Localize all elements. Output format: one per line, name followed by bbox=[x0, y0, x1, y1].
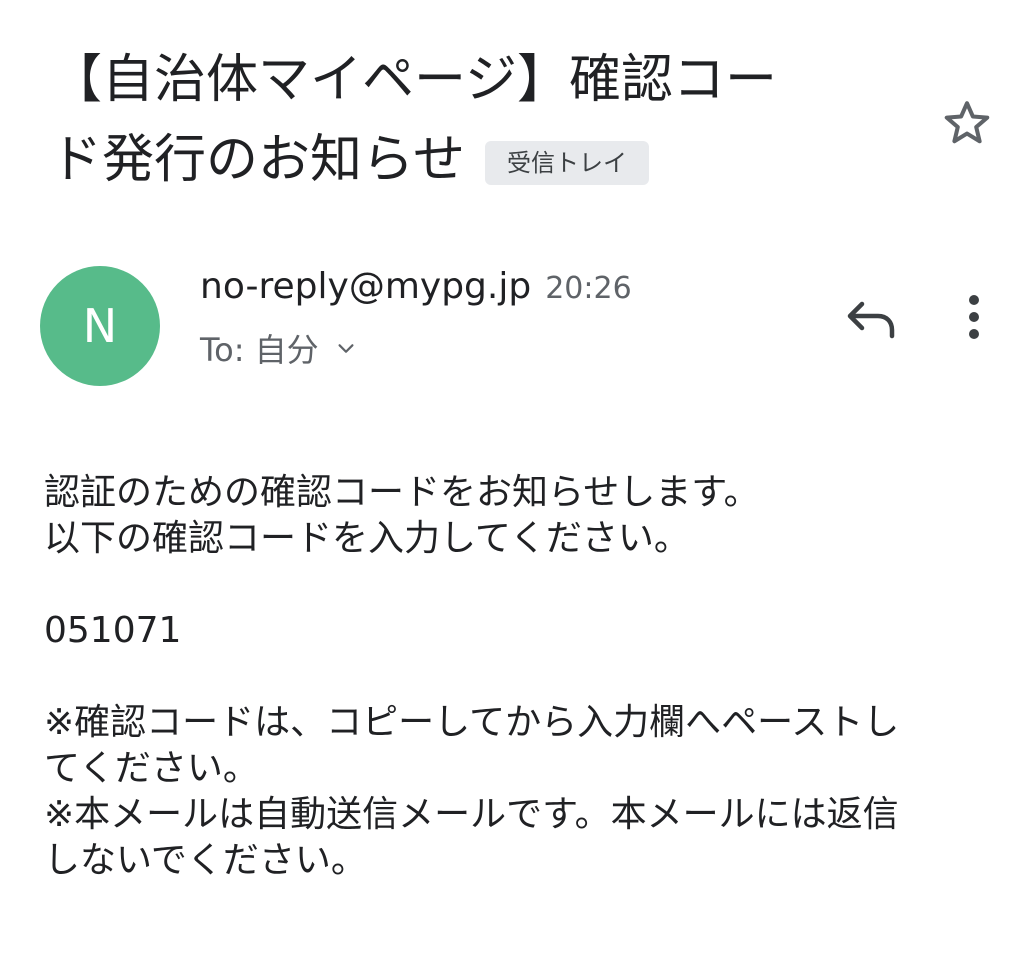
recipient-text: To: 自分 bbox=[200, 331, 319, 369]
sender-avatar[interactable]: N bbox=[40, 266, 160, 386]
chevron-down-icon bbox=[338, 344, 354, 353]
avatar-letter: N bbox=[82, 299, 118, 353]
sender-info: no-reply@mypg.jp 20:26 To: 自分 bbox=[200, 266, 632, 371]
note-2-line-1: ※本メールは自動送信メールです。本メールには返信 bbox=[44, 794, 899, 835]
sender-address[interactable]: no-reply@mypg.jp bbox=[200, 266, 531, 307]
confirmation-code[interactable]: 051071 bbox=[44, 608, 1004, 654]
email-body: 認証のための確認コードをお知らせします。 以下の確認コードを入力してください。 … bbox=[44, 470, 1004, 884]
subject-row-2: ド発行のお知らせ 受信トレイ bbox=[50, 120, 910, 200]
star-icon[interactable] bbox=[940, 96, 994, 150]
subject-line-1: 【自治体マイページ】確認コー bbox=[50, 50, 777, 110]
body-line-2: 以下の確認コードを入力してください。 bbox=[44, 518, 690, 559]
subject-line-2: ド発行のお知らせ bbox=[50, 130, 465, 190]
inbox-label-chip[interactable]: 受信トレイ bbox=[484, 141, 649, 185]
email-subject: 【自治体マイページ】確認コー ド発行のお知らせ 受信トレイ bbox=[50, 40, 910, 200]
note-1-line-1: ※確認コードは、コピーしてから入力欄へペーストし bbox=[44, 702, 900, 743]
more-vert-icon[interactable] bbox=[958, 292, 990, 342]
note-2-line-2: しないでください。 bbox=[44, 840, 367, 881]
sender-line: no-reply@mypg.jp 20:26 bbox=[200, 266, 632, 307]
sent-time: 20:26 bbox=[545, 271, 632, 306]
body-line-1: 認証のための確認コードをお知らせします。 bbox=[44, 472, 760, 513]
note-1-line-2: てください。 bbox=[44, 748, 259, 789]
reply-icon[interactable] bbox=[842, 296, 900, 342]
recipient-details-toggle[interactable]: To: 自分 bbox=[200, 325, 632, 371]
